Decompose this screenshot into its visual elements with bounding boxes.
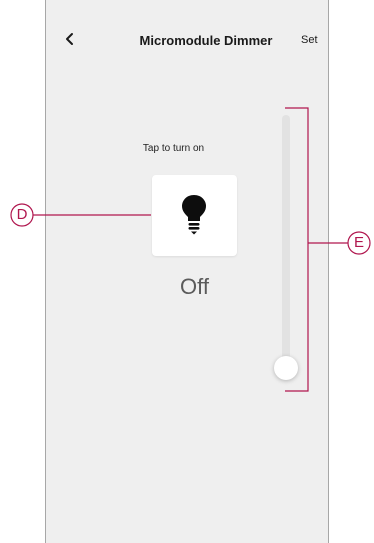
callout-lines [10,107,371,392]
callout-e-label: E [353,234,364,251]
callout-d-label: D [16,206,28,223]
screenshot-page: Micromodule Dimmer Set Tap to turn on Of… [0,0,374,543]
